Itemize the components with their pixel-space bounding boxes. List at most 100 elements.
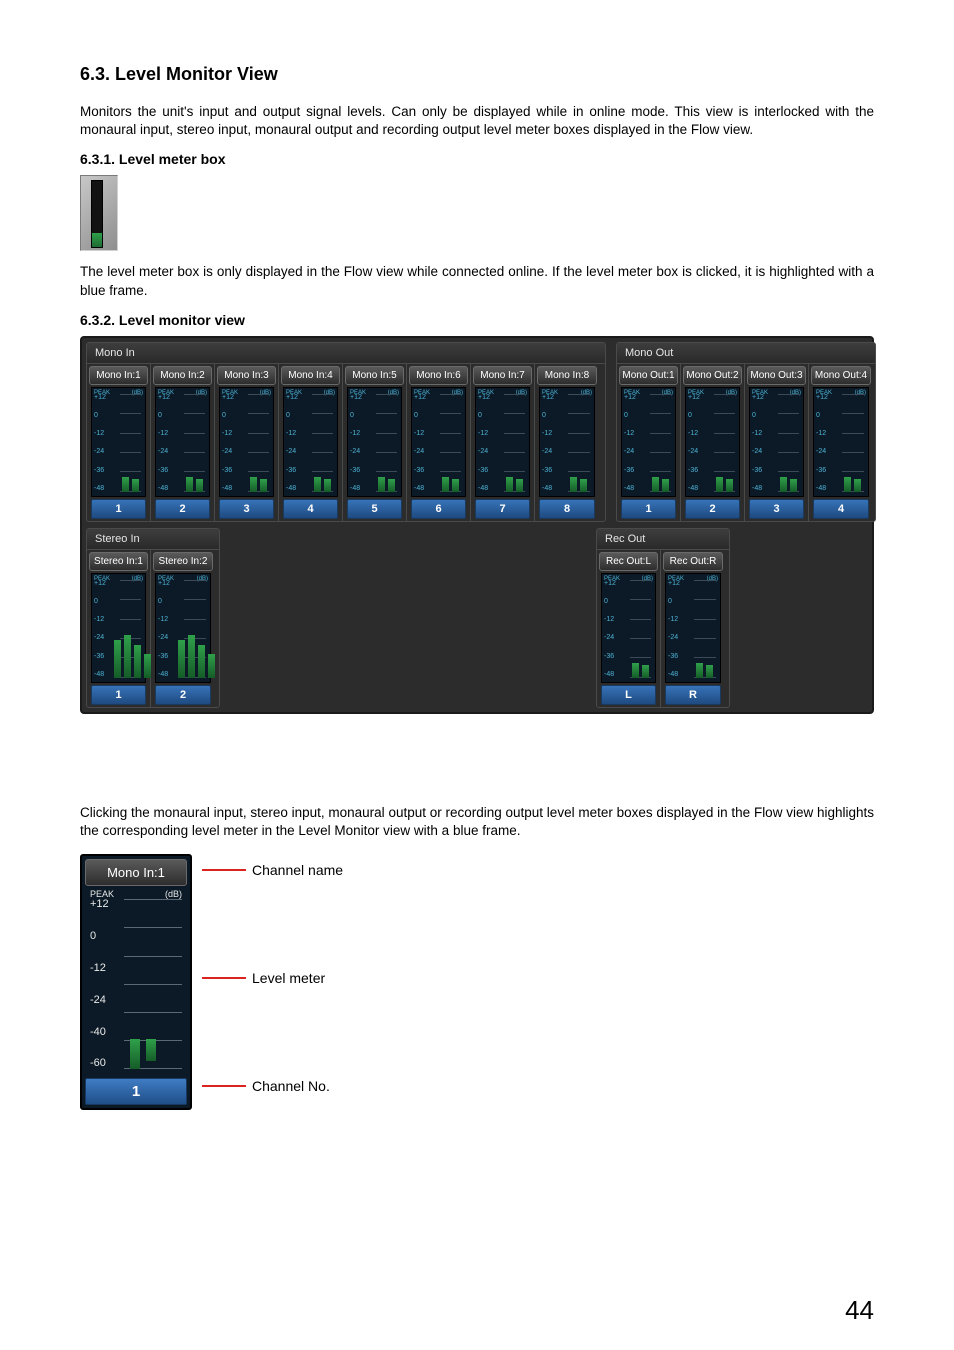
scale-tick: 0 [94, 598, 106, 605]
scale-tick: -12 [286, 430, 298, 437]
channel-mono_in-5[interactable]: Mono In:5PEAK(dB)+120-12-24-36-485 [343, 364, 407, 521]
level-monitor-panel: Mono In Mono In:1PEAK(dB)+120-12-24-36-4… [80, 336, 874, 714]
scale-tick: -48 [816, 485, 828, 492]
scale-tick: -12 [94, 616, 106, 623]
channel-stereo_in-2[interactable]: Stereo In:2PEAK(dB)+120-12-24-36-482 [151, 550, 215, 707]
level-meter: PEAK(dB)+120-12-24-36-48 [411, 387, 466, 497]
scale-tick: -36 [158, 467, 170, 474]
page-number: 44 [845, 1295, 874, 1326]
scale-tick: -48 [478, 485, 490, 492]
channel-name: Mono In:2 [153, 366, 212, 385]
scale-tick: +12 [414, 394, 426, 401]
level-meter: PEAK(dB)+120-12-24-36-48 [91, 573, 146, 683]
scale-tick: 0 [752, 412, 764, 419]
channel-rec_out-R[interactable]: Rec Out:RPEAK(dB)+120-12-24-36-48R [661, 550, 725, 707]
channel-name: Mono Out:2 [683, 366, 742, 385]
scale-tick: -12 [604, 616, 616, 623]
scale-tick: -36 [816, 467, 828, 474]
channel-number: 4 [283, 499, 338, 519]
scale-tick: -48 [286, 485, 298, 492]
level-meter: PEAK(dB)+120-12-24-36-48 [283, 387, 338, 497]
channel-name: Mono Out:1 [619, 366, 678, 385]
channel-mono_in-1[interactable]: Mono In:1PEAK(dB)+120-12-24-36-481 [87, 364, 151, 521]
scale-tick: -48 [350, 485, 362, 492]
group-stereo-in: Stereo In Stereo In:1 PEAK(dB)+120-12-24-… [86, 528, 220, 708]
scale-tick: -36 [752, 467, 764, 474]
channel-name: Mono In:3 [217, 366, 276, 385]
scale-tick: 0 [222, 412, 234, 419]
channel-mono_in-4[interactable]: Mono In:4PEAK(dB)+120-12-24-36-484 [279, 364, 343, 521]
channel-mono_in-2[interactable]: Mono In:2PEAK(dB)+120-12-24-36-482 [151, 364, 215, 521]
channel-number: 8 [539, 499, 595, 519]
scale-tick: +12 [158, 580, 170, 587]
scale-tick: -24 [286, 448, 298, 455]
scale-tick: -24 [94, 448, 106, 455]
scale-tick: +12 [752, 394, 764, 401]
scale-tick: -36 [222, 467, 234, 474]
channel-mono_out-2[interactable]: Mono Out:2PEAK(dB)+120-12-24-36-482 [681, 364, 745, 521]
channel-stereo_in-1[interactable]: Stereo In:1PEAK(dB)+120-12-24-36-481 [87, 550, 151, 707]
scale-tick: -24 [752, 448, 764, 455]
group-title-stereo-in: Stereo In [87, 529, 219, 550]
annotated-channel: Mono In:1 PEAK (dB) +120-12-24-40-60 1 C… [80, 854, 874, 1110]
channel-mono_in-7[interactable]: Mono In:7PEAK(dB)+120-12-24-36-487 [471, 364, 535, 521]
channel-name: Stereo In:1 [89, 552, 148, 571]
group-rec-out: Rec Out Rec Out:LPEAK(dB)+120-12-24-36-4… [596, 528, 730, 708]
channel-mono_in-6[interactable]: Mono In:6PEAK(dB)+120-12-24-36-486 [407, 364, 471, 521]
scale-tick: -36 [542, 467, 554, 474]
channel-number: 3 [749, 499, 804, 519]
channel-number: R [665, 685, 721, 705]
channel-mono_in-3[interactable]: Mono In:3PEAK(dB)+120-12-24-36-483 [215, 364, 279, 521]
level-meter: PEAK(dB)+120-12-24-36-48 [155, 387, 210, 497]
group-title-mono-out: Mono Out [617, 343, 875, 364]
scale-tick: -24 [624, 448, 636, 455]
scale-tick: -48 [668, 671, 680, 678]
callout-channel-name: Channel name [202, 862, 343, 878]
heading-632: 6.3.2. Level monitor view [80, 312, 874, 328]
scale-tick: 0 [688, 412, 700, 419]
scale-tick: -36 [478, 467, 490, 474]
level-meter: PEAK(dB)+120-12-24-36-48 [91, 387, 146, 497]
scale-tick: -36 [688, 467, 700, 474]
channel-mono_out-1[interactable]: Mono Out:1PEAK(dB)+120-12-24-36-481 [617, 364, 681, 521]
para-631: The level meter box is only displayed in… [80, 263, 874, 299]
group-mono-in: Mono In Mono In:1PEAK(dB)+120-12-24-36-4… [86, 342, 606, 522]
channel-number: 3 [219, 499, 274, 519]
channel-mono_out-3[interactable]: Mono Out:3PEAK(dB)+120-12-24-36-483 [745, 364, 809, 521]
level-meter: PEAK(dB)+120-12-24-36-48 [621, 387, 676, 497]
callout-level-meter: Level meter [202, 970, 343, 986]
group-mono-out: Mono Out Mono Out:1PEAK(dB)+120-12-24-36… [616, 342, 876, 522]
scale-tick: -12 [624, 430, 636, 437]
channel-name: Mono Out:3 [747, 366, 806, 385]
channel-rec_out-L[interactable]: Rec Out:LPEAK(dB)+120-12-24-36-48L [597, 550, 661, 707]
scale-tick: -60 [90, 1058, 109, 1069]
scale-tick: 0 [478, 412, 490, 419]
para-63: Monitors the unit's input and output sig… [80, 103, 874, 139]
scale-tick: -12 [158, 616, 170, 623]
channel-number: 4 [813, 499, 869, 519]
scale-tick: 0 [286, 412, 298, 419]
channel-number: 2 [685, 499, 740, 519]
scale-tick: +12 [624, 394, 636, 401]
scale-tick: 0 [94, 412, 106, 419]
scale-tick: -24 [222, 448, 234, 455]
group-title-mono-in: Mono In [87, 343, 605, 364]
scale-tick: -12 [94, 430, 106, 437]
scale-tick: -12 [752, 430, 764, 437]
scale-tick: 0 [816, 412, 828, 419]
scale-tick: -36 [94, 653, 106, 660]
scale-tick: -24 [158, 448, 170, 455]
level-meter: PEAK(dB)+120-12-24-36-48 [155, 573, 211, 683]
callout-channel-no: Channel No. [202, 1078, 343, 1094]
scale-tick: -12 [350, 430, 362, 437]
scale-tick: -48 [222, 485, 234, 492]
channel-mono_in-8[interactable]: Mono In:8PEAK(dB)+120-12-24-36-488 [535, 364, 599, 521]
scale-tick: +12 [222, 394, 234, 401]
level-meter: PEAK(dB)+120-12-24-36-48 [749, 387, 804, 497]
scale-tick: -36 [624, 467, 636, 474]
para-632: Clicking the monaural input, stereo inpu… [80, 804, 874, 840]
scale-tick: +12 [816, 394, 828, 401]
channel-mono_out-4[interactable]: Mono Out:4PEAK(dB)+120-12-24-36-484 [809, 364, 873, 521]
scale-tick: +12 [158, 394, 170, 401]
level-meter: PEAK(dB)+120-12-24-36-48 [539, 387, 595, 497]
